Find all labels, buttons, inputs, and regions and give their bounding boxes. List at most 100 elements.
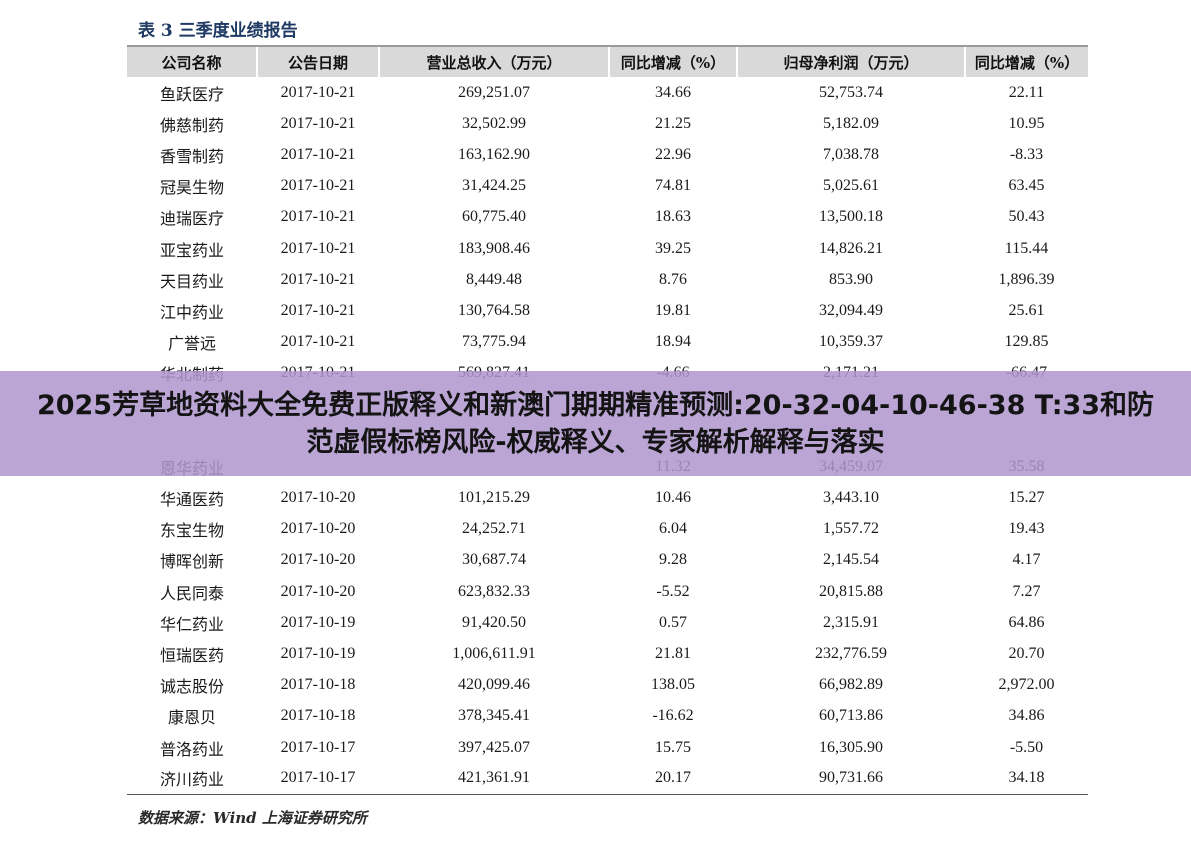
cell-profit-yoy: 64.86 [1008, 613, 1045, 631]
cell-revenue-yoy: 8.76 [659, 270, 687, 288]
cell-net-profit: 232,776.59 [815, 644, 887, 662]
cell-profit-yoy: 50.43 [1008, 208, 1045, 226]
cell-company: 天目药业 [159, 273, 224, 291]
cell-net-profit: 2,315.91 [823, 613, 879, 631]
cell-profit-yoy: 1,896.39 [998, 270, 1055, 288]
cell-date: 2017-10-18 [280, 676, 356, 694]
cell-revenue: 91,420.50 [462, 613, 526, 631]
table-row: 博晖创新 2017-10-20 30,687.74 9.28 2,145.54 4.17 [127, 545, 1088, 576]
cell-date: 2017-10-18 [280, 707, 356, 725]
table-row: 人民同泰 2017-10-20 623,832.33 -5.52 20,815.88 7.… [127, 576, 1088, 607]
table-row: 华通医药 2017-10-20 101,215.29 10.46 3,443.10 15.… [127, 482, 1088, 513]
cell-revenue-yoy: -5.52 [656, 582, 690, 600]
cell-net-profit: 16,305.90 [819, 738, 883, 756]
cell-profit-yoy: -5.50 [1009, 738, 1044, 756]
cell-company: 江中药业 [159, 304, 224, 322]
cell-date: 2017-10-20 [280, 489, 356, 507]
cell-revenue: 32,502.99 [462, 114, 526, 132]
table-row: 天目药业 2017-10-21 8,449.48 8.76 853.90 1,896.39 [127, 264, 1088, 295]
table-row: 济川药业 2017-10-17 421,361.91 20.17 90,731.66 34… [127, 763, 1088, 795]
cell-revenue: 420,099.46 [458, 676, 530, 694]
table-row: 香雪制药 2017-10-21 163,162.90 22.96 7,038.78 -8.… [127, 139, 1088, 170]
header-profit-yoy: 同比增减（%） [964, 45, 1088, 77]
cell-date: 2017-10-21 [280, 145, 356, 163]
cell-profit-yoy: 15.27 [1008, 489, 1045, 507]
cell-revenue-yoy: 15.75 [655, 738, 691, 756]
cell-company: 博晖创新 [159, 554, 224, 572]
table-row: 江中药业 2017-10-21 130,764.58 19.81 32,094.49 25… [127, 295, 1088, 326]
table-row: 普洛药业 2017-10-17 397,425.07 15.75 16,305.90 -5… [127, 732, 1088, 763]
cell-profit-yoy: 34.18 [965, 763, 1088, 795]
cell-company: 迪瑞医疗 [159, 211, 224, 229]
cell-company: 人民同泰 [159, 585, 224, 603]
cell-net-profit: 32,094.49 [819, 301, 883, 319]
cell-revenue: 24,252.71 [462, 520, 526, 538]
cell-company: 佛慈制药 [159, 117, 224, 135]
cell-date: 2017-10-21 [280, 177, 356, 195]
cell-date: 2017-10-21 [280, 301, 356, 319]
cell-profit-yoy: 129.85 [1004, 333, 1049, 351]
cell-revenue-yoy: 18.94 [655, 333, 691, 351]
cell-net-profit: 66,982.89 [819, 676, 883, 694]
cell-revenue: 269,251.07 [458, 83, 530, 101]
cell-date: 2017-10-21 [280, 208, 356, 226]
cell-profit-yoy: 20.70 [1008, 644, 1045, 662]
table-row: 亚宝药业 2017-10-21 183,908.46 39.25 14,826.21 11… [127, 233, 1088, 264]
cell-profit-yoy: 115.44 [1004, 239, 1049, 257]
cell-revenue: 421,361.91 [379, 763, 609, 795]
cell-date: 2017-10-19 [280, 613, 356, 631]
table-row: 广誉远 2017-10-21 73,775.94 18.94 10,359.37 129.… [127, 327, 1088, 358]
banner-text: 2025芳草地资料大全免费正版释义和新澳门期期精准预测:20-32-04-10-… [36, 389, 1155, 458]
cell-revenue: 8,449.48 [466, 270, 522, 288]
table-row: 佛慈制药 2017-10-21 32,502.99 21.25 5,182.09 10.9… [127, 108, 1088, 139]
cell-date: 2017-10-21 [280, 114, 356, 132]
cell-net-profit: 13,500.18 [819, 208, 883, 226]
cell-company: 康恩贝 [167, 710, 216, 728]
cell-profit-yoy: 4.17 [1012, 551, 1041, 569]
cell-date: 2017-10-17 [257, 763, 379, 795]
cell-revenue-yoy: 6.04 [659, 520, 687, 538]
cell-net-profit: 3,443.10 [823, 489, 879, 507]
cell-revenue: 130,764.58 [458, 301, 530, 319]
header-net-profit: 归母净利润（万元） [736, 45, 965, 77]
cell-revenue: 378,345.41 [458, 707, 530, 725]
cell-date: 2017-10-20 [280, 520, 356, 538]
cell-company: 广誉远 [167, 336, 216, 354]
overlay-banner: 2025芳草地资料大全免费正版释义和新澳门期期精准预测:20-32-04-10-… [0, 371, 1191, 476]
cell-date: 2017-10-21 [280, 239, 356, 257]
cell-revenue: 183,908.46 [458, 239, 530, 257]
cell-net-profit: 90,731.66 [737, 763, 965, 795]
cell-profit-yoy: -8.33 [1009, 145, 1044, 163]
cell-company: 恒瑞医药 [159, 647, 224, 665]
table-row: 恒瑞医药 2017-10-19 1,006,611.91 21.81 232,776.5… [127, 638, 1088, 669]
header-revenue-yoy: 同比增减（%） [608, 45, 737, 77]
cell-date: 2017-10-17 [280, 738, 356, 756]
cell-revenue: 623,832.33 [458, 582, 530, 600]
cell-revenue-yoy: 18.63 [655, 208, 691, 226]
cell-net-profit: 20,815.88 [819, 582, 883, 600]
cell-revenue-yoy: 19.81 [655, 301, 691, 319]
cell-revenue: 60,775.40 [462, 208, 526, 226]
table-row: 华仁药业 2017-10-19 91,420.50 0.57 2,315.91 64.86 [127, 607, 1088, 638]
table-row: 东宝生物 2017-10-20 24,252.71 6.04 1,557.72 19.43 [127, 514, 1088, 545]
cell-revenue-yoy: 74.81 [655, 177, 691, 195]
cell-net-profit: 7,038.78 [823, 145, 879, 163]
cell-date: 2017-10-21 [280, 333, 356, 351]
cell-profit-yoy: 10.95 [1008, 114, 1045, 132]
cell-net-profit: 60,713.86 [819, 707, 883, 725]
cell-net-profit: 853.90 [829, 270, 873, 288]
cell-revenue-yoy: 9.28 [659, 551, 687, 569]
cell-net-profit: 1,557.72 [823, 520, 879, 538]
cell-revenue: 1,006,611.91 [452, 644, 536, 662]
table-row: 鱼跃医疗 2017-10-21 269,251.07 34.66 52,753.74 22… [127, 77, 1088, 108]
cell-date: 2017-10-20 [280, 551, 356, 569]
cell-profit-yoy: 19.43 [1008, 520, 1045, 538]
cell-net-profit: 14,826.21 [819, 239, 883, 257]
cell-profit-yoy: 22.11 [1008, 83, 1045, 101]
cell-profit-yoy: 34.86 [1008, 707, 1045, 725]
header-company: 公司名称 [127, 45, 257, 77]
cell-revenue-yoy: 138.05 [651, 676, 695, 694]
cell-company: 普洛药业 [159, 741, 224, 759]
cell-company: 东宝生物 [159, 523, 224, 541]
cell-company: 诚志股份 [159, 679, 224, 697]
